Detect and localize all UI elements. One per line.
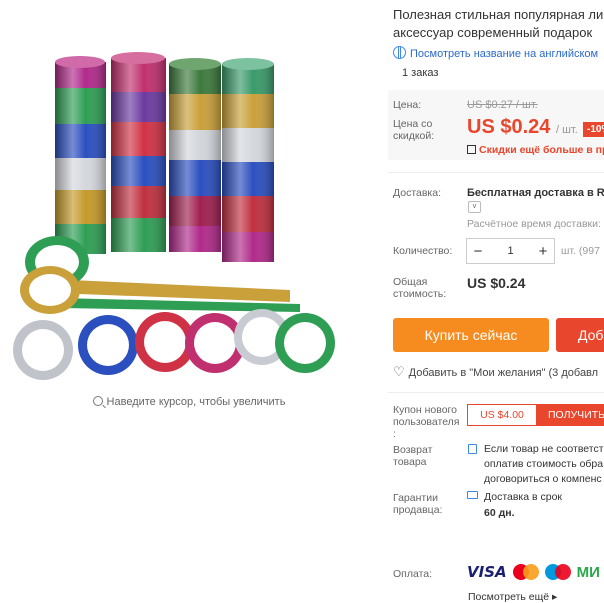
orders-count: 1 заказ xyxy=(402,67,439,79)
magnifier-icon xyxy=(92,396,103,406)
product-title: Полезная стильная популярная ли аксессуа… xyxy=(393,6,604,42)
get-coupon-button[interactable]: ПОЛУЧИТЬ xyxy=(536,404,604,426)
discount-price-label-line2: скидкой: xyxy=(393,130,435,142)
product-photo-tape-rolls xyxy=(13,52,335,380)
discount-badge: -10% xyxy=(583,122,604,137)
mir-icon: МИ xyxy=(576,563,600,581)
discount-price-label-line1: Цена со xyxy=(393,118,433,130)
quantity-input[interactable]: 1 xyxy=(489,245,532,257)
payment-methods: VISA МИ xyxy=(467,563,600,581)
guarantee-text: Доставка в срок 60 дн. xyxy=(484,489,562,521)
zoom-hint: Наведите курсор, чтобы увеличить xyxy=(0,396,378,408)
coupon-label-line1: Купон нового xyxy=(393,404,457,416)
guarantee-label-line1: Гарантии xyxy=(393,492,438,504)
document-icon xyxy=(468,444,477,454)
product-image[interactable] xyxy=(0,0,378,388)
returns-label-line2: товара xyxy=(393,456,427,468)
total-label-line2: стоимость: xyxy=(393,288,447,300)
total-label: Общая стоимость: xyxy=(393,276,446,300)
price-unit: / шт. xyxy=(556,124,578,136)
returns-text-line3: договориться о компенс xyxy=(484,473,602,485)
quantity-label: Количество: xyxy=(393,245,453,257)
heart-icon: ♡ xyxy=(393,364,405,379)
wishlist-text[interactable]: Добавить в "Мои желания" (3 добавл xyxy=(409,367,598,379)
zoom-hint-text: Наведите курсор, чтобы увеличить xyxy=(106,396,286,408)
payment-label: Оплата: xyxy=(393,568,433,580)
app-discount-text[interactable]: Скидки ещё больше в пр xyxy=(479,144,604,156)
discount-price-label: Цена со скидкой: xyxy=(393,118,434,142)
total-label-line1: Общая xyxy=(393,276,428,288)
chevron-down-icon[interactable]: v xyxy=(468,201,481,213)
product-title-line1: Полезная стильная популярная ли xyxy=(393,7,604,22)
coupon-value: US $4.00 xyxy=(467,404,537,426)
qr-code-icon xyxy=(467,145,476,154)
guarantee-label: Гарантии продавца: xyxy=(393,492,442,516)
buy-now-button[interactable]: Купить сейчас xyxy=(393,318,549,352)
coupon-label: Купон нового пользователя : xyxy=(393,404,460,440)
old-price: US $0.27 / шт. xyxy=(467,99,538,111)
divider xyxy=(388,392,604,393)
visa-icon: VISA xyxy=(467,563,507,581)
mastercard-icon xyxy=(512,564,539,580)
shipping-value[interactable]: Бесплатная доставка в Ru xyxy=(467,187,604,199)
app-discount-link[interactable]: Скидки ещё больше в пр xyxy=(467,144,604,156)
globe-icon xyxy=(393,46,406,59)
maestro-icon xyxy=(544,564,571,580)
english-name-link[interactable]: Посмотреть название на английском xyxy=(393,46,598,60)
quantity-minus-button[interactable]: − xyxy=(467,243,489,260)
quantity-stepper[interactable]: − 1 + xyxy=(466,238,555,264)
returns-label: Возврат товара xyxy=(393,444,432,468)
total-price: US $0.24 xyxy=(467,275,526,291)
product-title-line2: аксессуар современный подарок xyxy=(393,25,593,40)
guarantee-text-line1: Доставка в срок xyxy=(484,491,563,503)
coupon-label-line3: : xyxy=(393,428,396,440)
add-to-wishlist-link[interactable]: ♡ Добавить в "Мои желания" (3 добавл xyxy=(393,364,598,380)
delivery-estimate: Расчётное время доставки: xyxy=(467,218,601,230)
returns-text: Если товар не соответст оплатив стоимост… xyxy=(484,442,604,487)
guarantee-days: 60 дн. xyxy=(484,507,515,519)
see-more-payments-link[interactable]: Посмотреть ещё ▸ xyxy=(468,591,557,603)
returns-text-line1: Если товар не соответст xyxy=(484,443,604,455)
returns-text-line2: оплатив стоимость обра xyxy=(484,458,604,470)
add-to-cart-button[interactable]: Доб xyxy=(556,318,604,352)
shipping-label: Доставка: xyxy=(393,187,442,199)
guarantee-label-line2: продавца: xyxy=(393,504,443,516)
sale-price: US $0.24 xyxy=(467,116,551,138)
price-label: Цена: xyxy=(393,99,422,111)
divider xyxy=(388,172,604,173)
english-name-link-text[interactable]: Посмотреть название на английском xyxy=(410,48,598,60)
truck-icon xyxy=(467,491,478,499)
coupon-label-line2: пользователя xyxy=(393,416,460,428)
returns-label-line1: Возврат xyxy=(393,444,433,456)
quantity-plus-button[interactable]: + xyxy=(532,243,554,260)
available-count: шт. (997 xyxy=(561,245,600,257)
